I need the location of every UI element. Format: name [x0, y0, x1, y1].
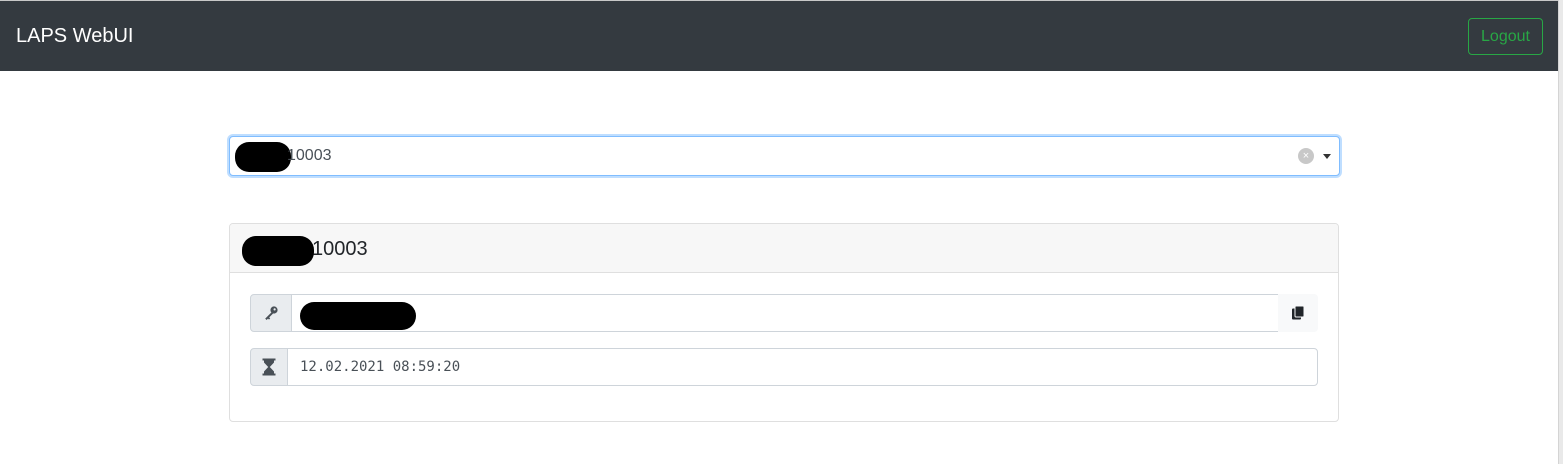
computer-select[interactable]: 10003 ×: [229, 136, 1340, 176]
key-icon: [250, 294, 292, 332]
hourglass-icon: [250, 348, 288, 386]
computer-name-title: 10003: [312, 238, 368, 260]
redacted-title-prefix: [242, 236, 314, 266]
password-group: [250, 294, 1318, 332]
password-card: 10003 12.02.2021 08:59:20: [229, 223, 1339, 422]
expiry-field[interactable]: 12.02.2021 08:59:20: [287, 348, 1318, 386]
page-scrollbar[interactable]: [1558, 0, 1563, 464]
copy-icon: [1292, 305, 1305, 320]
clear-icon[interactable]: ×: [1298, 148, 1314, 164]
navbar: LAPS WebUI Logout: [0, 0, 1558, 71]
redacted-password: [300, 302, 416, 330]
app-brand[interactable]: LAPS WebUI: [16, 24, 133, 48]
password-field[interactable]: [291, 294, 1279, 332]
chevron-down-icon[interactable]: [1323, 154, 1331, 159]
card-header: 10003: [230, 224, 1338, 273]
logout-button[interactable]: Logout: [1468, 18, 1543, 55]
copy-password-button[interactable]: [1278, 294, 1318, 332]
redacted-prefix: [235, 142, 291, 172]
computer-select-value: 10003: [287, 147, 332, 164]
expiry-group: 12.02.2021 08:59:20: [250, 348, 1318, 386]
